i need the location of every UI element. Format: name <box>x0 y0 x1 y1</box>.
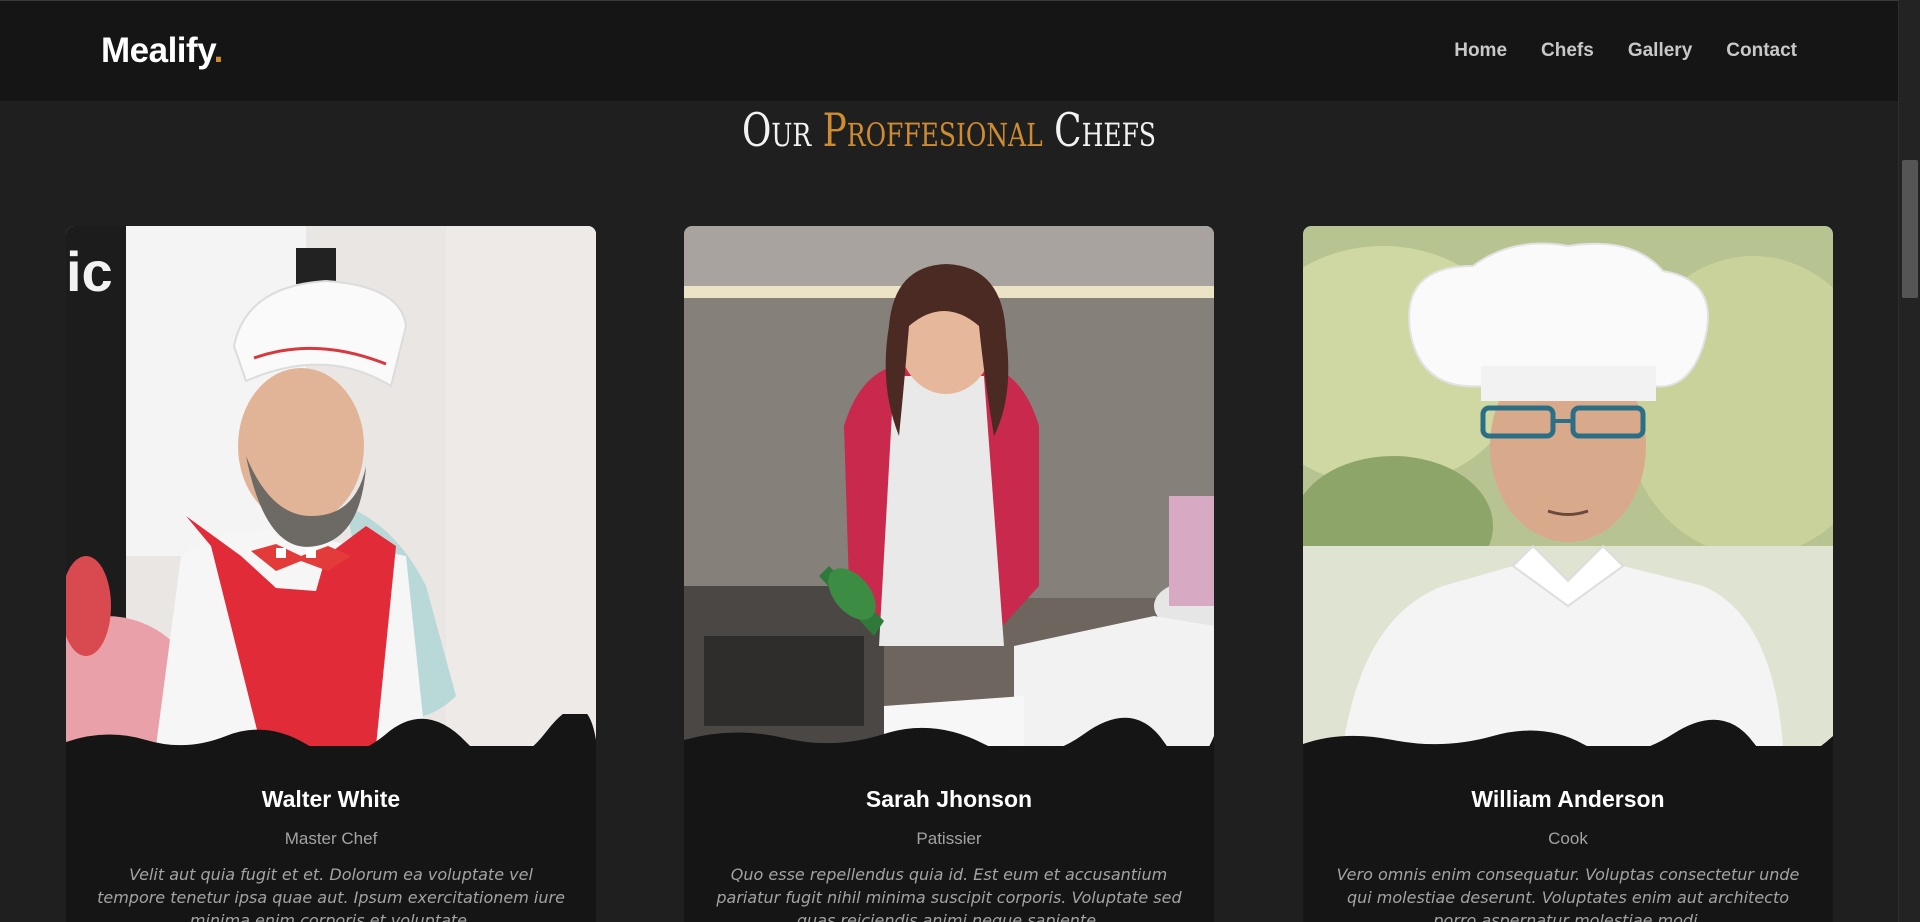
chef-photo-illustration <box>684 226 1214 746</box>
brand-dot: . <box>213 31 224 70</box>
svg-text:ic: ic <box>66 240 113 303</box>
chef-photo <box>1303 226 1833 746</box>
chef-cards: ic Walter White Master Chef Velit aut qu… <box>0 226 1898 922</box>
chef-description: Vero omnis enim consequatur. Voluptas co… <box>1336 865 1800 922</box>
page-scrollbar[interactable] <box>1898 0 1920 922</box>
site-header: Mealify. Home Chefs Gallery Contact <box>0 1 1898 101</box>
chef-role: Master Chef <box>284 829 378 848</box>
chef-card[interactable]: ic Walter White Master Chef Velit aut qu… <box>66 226 596 922</box>
title-suffix: Chefs <box>1042 103 1157 157</box>
chef-description: Quo esse repellendus quia id. Est eum et… <box>716 865 1182 922</box>
chef-role: Patissier <box>916 829 982 848</box>
brand-name: Mealify <box>101 31 214 70</box>
chef-name: William Anderson <box>1471 786 1665 812</box>
chef-card[interactable]: Sarah Jhonson Patissier Quo esse repelle… <box>684 226 1214 922</box>
chef-photo-illustration: ic <box>66 226 596 746</box>
scrollbar-thumb[interactable] <box>1902 160 1918 298</box>
chef-name: Walter White <box>261 786 401 812</box>
chef-info: Walter White Master Chef Velit aut quia … <box>66 786 596 922</box>
title-accent: Proffesional <box>822 103 1043 157</box>
card-wave <box>684 717 1214 764</box>
chef-description: Velit aut quia fugit et et. Dolorum ea v… <box>97 865 565 922</box>
chef-role: Cook <box>1548 829 1588 848</box>
chef-card[interactable]: William Anderson Cook Vero omnis enim co… <box>1303 226 1833 922</box>
chef-photo <box>684 226 1214 746</box>
main-nav: Home Chefs Gallery Contact <box>1454 40 1797 62</box>
chef-photo: ic <box>66 226 596 746</box>
nav-home[interactable]: Home <box>1454 40 1507 62</box>
title-prefix: Our <box>741 103 823 157</box>
chef-info: William Anderson Cook Vero omnis enim co… <box>1303 786 1833 922</box>
card-wave <box>1303 719 1833 764</box>
section-title: Our Proffesional Chefs <box>209 103 1689 157</box>
chef-name: Sarah Jhonson <box>865 786 1033 812</box>
card-wave <box>66 714 596 764</box>
brand-logo[interactable]: Mealify. <box>101 31 223 71</box>
nav-gallery[interactable]: Gallery <box>1628 40 1692 62</box>
nav-contact[interactable]: Contact <box>1726 40 1797 62</box>
nav-chefs[interactable]: Chefs <box>1541 40 1594 62</box>
chef-photo-illustration <box>1303 226 1833 746</box>
chef-info: Sarah Jhonson Patissier Quo esse repelle… <box>684 786 1214 922</box>
